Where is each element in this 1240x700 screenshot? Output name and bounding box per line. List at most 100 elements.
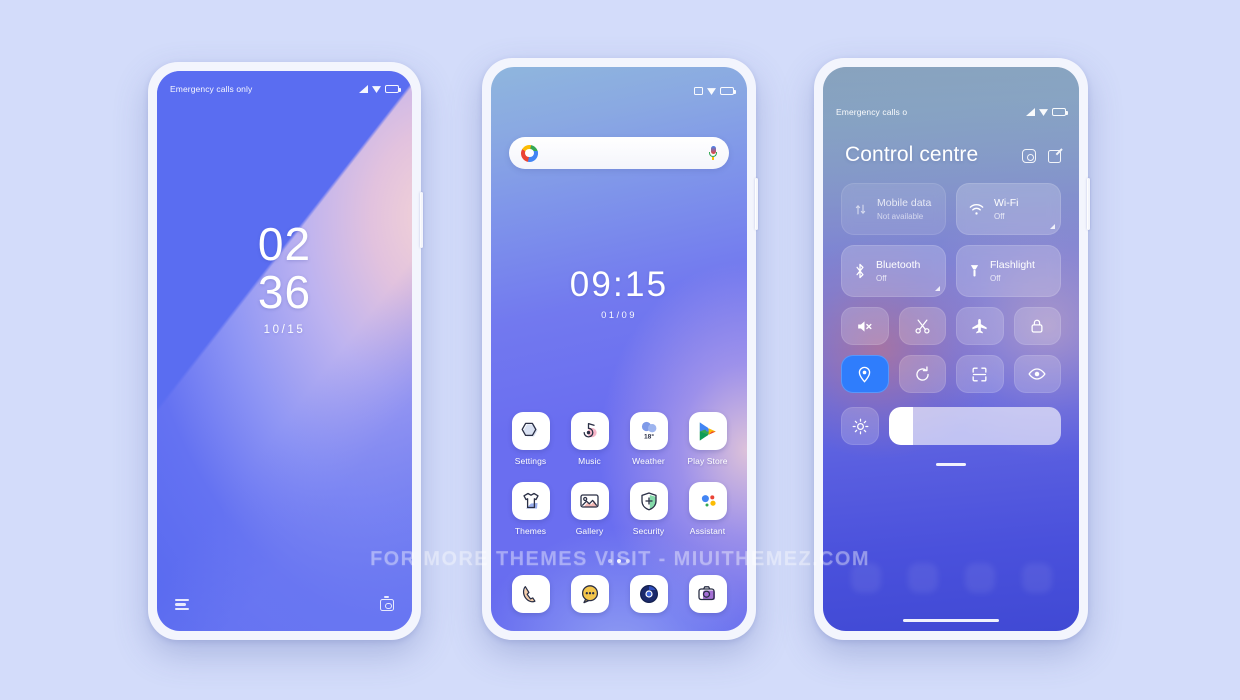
music-icon — [570, 412, 609, 450]
tile-flashlight[interactable]: Flashlight Off — [956, 245, 1061, 297]
tile-title: Mobile data — [877, 196, 932, 209]
tile-screenshot[interactable] — [898, 307, 946, 345]
blurred-dock-icon — [964, 563, 995, 593]
drag-handle[interactable] — [936, 463, 966, 466]
homescreen-screen[interactable]: 09:15 01/09 Settings Music 18° Weather P… — [491, 67, 747, 631]
power-button[interactable] — [420, 192, 423, 248]
status-icons — [359, 85, 401, 93]
camera-icon[interactable] — [380, 596, 394, 611]
lock-icon — [1031, 319, 1043, 333]
app-label: Settings — [514, 456, 547, 466]
battery-icon — [385, 85, 401, 93]
homescreen-clock-widget[interactable]: 09:15 01/09 — [491, 267, 747, 321]
app-settings[interactable]: Settings — [502, 412, 560, 466]
homescreen-status-bar — [491, 87, 747, 95]
app-label: Gallery — [575, 526, 604, 536]
app-grid: Settings Music 18° Weather Play Store Th… — [501, 412, 737, 552]
app-assistant[interactable]: Assistant — [679, 482, 737, 536]
tile-bluetooth[interactable]: Bluetooth Off — [841, 245, 946, 297]
edit-icon[interactable] — [1048, 149, 1061, 163]
rotate-icon — [916, 365, 929, 381]
shortcuts-icon[interactable] — [175, 598, 189, 613]
brightness-row — [841, 407, 1061, 445]
tile-mobile-data[interactable]: Mobile data Not available — [841, 183, 946, 235]
wifi-icon — [372, 86, 381, 93]
chrome-icon[interactable] — [629, 575, 668, 613]
tile-scanner[interactable] — [956, 355, 1004, 393]
expand-corner-icon[interactable] — [935, 286, 940, 291]
tile-wifi[interactable]: Wi-Fi Off — [956, 183, 1061, 235]
carrier-label: Emergency calls only — [170, 84, 253, 94]
google-logo-icon — [521, 144, 538, 162]
page-dot[interactable] — [626, 559, 630, 563]
page-dot[interactable] — [608, 559, 612, 563]
settings-icon — [511, 412, 550, 450]
brightness-slider-fill — [889, 407, 914, 445]
battery-icon — [720, 87, 736, 95]
clock-hours: 02 — [257, 218, 312, 270]
app-label: Themes — [514, 526, 547, 536]
app-gallery[interactable]: Gallery — [561, 482, 619, 536]
big-tiles: Mobile data Not available Wi-Fi Off Blue… — [841, 183, 1061, 297]
page-dot-active[interactable] — [617, 559, 621, 563]
lockscreen-status-bar: Emergency calls only — [157, 84, 412, 94]
control-centre-actions — [1022, 149, 1061, 163]
app-label: Play Store — [687, 456, 728, 466]
phone-lockscreen: Emergency calls only 02 36 10/15 — [148, 62, 423, 640]
google-search-bar[interactable] — [509, 137, 729, 169]
control-centre-screen[interactable]: Emergency calls o Control centre Mobile … — [823, 67, 1079, 631]
carrier-label: Emergency calls o — [836, 107, 908, 117]
messages-icon[interactable] — [570, 575, 609, 613]
scan-icon — [972, 366, 987, 382]
tile-subtitle: Off — [994, 211, 1005, 221]
clock-time: 09:15 — [569, 265, 669, 304]
brightness-icon — [852, 418, 868, 434]
clock-date: 10/15 — [263, 324, 306, 336]
app-music[interactable]: Music — [561, 412, 619, 466]
wifi-tile-icon — [969, 203, 984, 215]
power-button[interactable] — [755, 178, 758, 230]
app-row: Themes Gallery Security Assistant — [501, 482, 737, 536]
tile-brightness-auto[interactable] — [841, 407, 879, 445]
lockscreen-screen[interactable]: Emergency calls only 02 36 10/15 — [157, 71, 412, 631]
microphone-icon[interactable] — [709, 145, 717, 161]
clock-date: 01/09 — [601, 310, 637, 321]
tile-auto-rotate[interactable] — [898, 355, 946, 393]
app-themes[interactable]: Themes — [502, 482, 560, 536]
page-indicator — [491, 559, 747, 563]
tile-mute[interactable] — [841, 307, 889, 345]
eye-icon — [1028, 368, 1046, 380]
wallpaper-diagonal-band-2 — [157, 71, 412, 631]
tile-lock[interactable] — [1013, 307, 1061, 345]
tile-location[interactable] — [841, 355, 889, 393]
phone-icon[interactable] — [511, 575, 550, 613]
blurred-dock — [837, 561, 1065, 595]
app-weather[interactable]: 18° Weather — [620, 412, 678, 466]
app-security[interactable]: Security — [620, 482, 678, 536]
status-icons — [694, 87, 736, 95]
camera-app-icon[interactable] — [688, 575, 727, 613]
power-button[interactable] — [1087, 178, 1090, 230]
control-centre-status-bar: Emergency calls o — [823, 107, 1079, 117]
screen-record-icon[interactable] — [1022, 149, 1036, 163]
app-play-store[interactable]: Play Store — [679, 412, 737, 466]
battery-icon — [1052, 108, 1068, 116]
blurred-dock-icon — [850, 563, 881, 593]
mobile-data-icon — [855, 204, 866, 214]
tile-subtitle: Not available — [877, 211, 924, 221]
tile-reading-mode[interactable] — [1013, 355, 1061, 393]
airplane-icon — [972, 318, 987, 333]
tile-airplane-mode[interactable] — [956, 307, 1004, 345]
svg-text:18°: 18° — [644, 433, 654, 441]
expand-corner-icon[interactable] — [1050, 224, 1055, 229]
brightness-slider[interactable] — [889, 407, 1061, 445]
signal-icon — [1026, 108, 1035, 116]
tile-title: Wi-Fi — [994, 196, 1019, 209]
home-indicator[interactable] — [903, 618, 999, 622]
tile-subtitle: Off — [876, 273, 887, 283]
location-icon — [859, 366, 871, 383]
tile-subtitle: Off — [990, 273, 1001, 283]
themes-icon — [511, 482, 550, 520]
app-label: Weather — [632, 456, 665, 466]
tile-title: Bluetooth — [876, 258, 921, 271]
